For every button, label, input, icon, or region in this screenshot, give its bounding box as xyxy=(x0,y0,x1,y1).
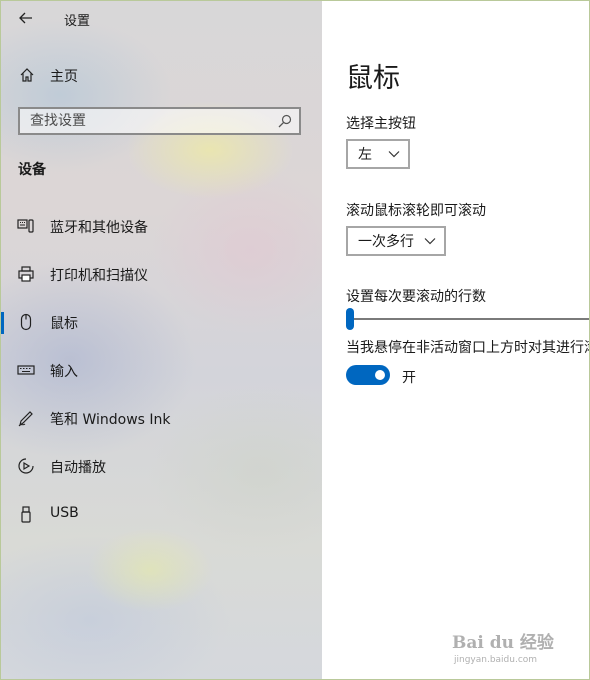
sidebar-item-label: 自动播放 xyxy=(50,460,106,476)
title-bar: 设置 xyxy=(0,0,322,36)
inactive-scroll-state: 开 xyxy=(402,370,416,386)
watermark: Bai du 经验 jingyan.baidu.com xyxy=(452,628,554,665)
sidebar-item-label: USB xyxy=(50,505,79,521)
sidebar-item-label: 鼠标 xyxy=(50,316,78,332)
usb-icon xyxy=(21,506,31,523)
primary-button-label: 选择主按钮 xyxy=(346,116,416,132)
sidebar: 设置 主页 设备 蓝牙和其他设备 打印机和扫描仪 xyxy=(0,0,322,680)
sidebar-item-usb[interactable]: USB xyxy=(0,494,322,534)
home-label: 主页 xyxy=(50,69,78,85)
home-nav-item[interactable]: 主页 xyxy=(0,60,322,90)
search-input[interactable] xyxy=(20,109,270,133)
sidebar-item-typing[interactable]: 输入 xyxy=(0,350,322,390)
back-button[interactable] xyxy=(12,6,40,30)
scroll-mode-value: 一次多行 xyxy=(358,234,414,250)
toggle-knob xyxy=(375,370,385,380)
sidebar-item-pen[interactable]: 笔和 Windows Ink xyxy=(0,398,322,438)
sidebar-item-label: 笔和 Windows Ink xyxy=(50,412,171,428)
sidebar-item-printers[interactable]: 打印机和扫描仪 xyxy=(0,254,322,294)
sidebar-item-label: 蓝牙和其他设备 xyxy=(50,220,148,236)
search-box[interactable] xyxy=(18,107,301,135)
sidebar-item-autoplay[interactable]: 自动播放 xyxy=(0,446,322,486)
inactive-scroll-toggle[interactable] xyxy=(346,365,390,385)
search-icon[interactable] xyxy=(277,113,293,129)
main-content: 鼠标 选择主按钮 左 滚动鼠标滚轮即可滚动 一次多行 设置每次要滚动的行数 当我… xyxy=(322,0,590,680)
printer-icon xyxy=(18,266,34,282)
scroll-lines-slider-thumb[interactable] xyxy=(346,308,354,330)
page-title: 鼠标 xyxy=(346,63,400,94)
scroll-lines-slider-track[interactable] xyxy=(346,318,590,320)
keyboard-icon xyxy=(17,365,35,375)
back-arrow-icon xyxy=(19,12,32,24)
scroll-mode-dropdown[interactable]: 一次多行 xyxy=(346,226,446,256)
primary-button-value: 左 xyxy=(358,147,372,163)
sidebar-item-label: 打印机和扫描仪 xyxy=(50,268,148,284)
watermark-logo-text: Bai du 经验 xyxy=(452,633,554,653)
selection-indicator xyxy=(0,312,4,334)
autoplay-icon xyxy=(18,458,34,474)
sidebar-item-bluetooth[interactable]: 蓝牙和其他设备 xyxy=(0,206,322,246)
sidebar-item-mouse[interactable]: 鼠标 xyxy=(0,302,322,342)
chevron-down-icon xyxy=(388,151,400,158)
watermark-url: jingyan.baidu.com xyxy=(454,655,538,665)
pen-icon xyxy=(18,411,33,427)
home-icon xyxy=(20,68,34,82)
primary-button-dropdown[interactable]: 左 xyxy=(346,139,410,169)
sidebar-item-label: 输入 xyxy=(50,364,78,380)
inactive-scroll-label: 当我悬停在非活动窗口上方时对其进行滚动 xyxy=(346,340,590,356)
app-title: 设置 xyxy=(64,14,91,29)
scroll-lines-label: 设置每次要滚动的行数 xyxy=(346,289,486,305)
mouse-icon xyxy=(20,313,32,331)
bluetooth-devices-icon xyxy=(17,219,34,233)
section-title: 设备 xyxy=(18,162,46,178)
chevron-down-icon xyxy=(424,238,436,245)
scroll-mode-label: 滚动鼠标滚轮即可滚动 xyxy=(346,203,486,219)
